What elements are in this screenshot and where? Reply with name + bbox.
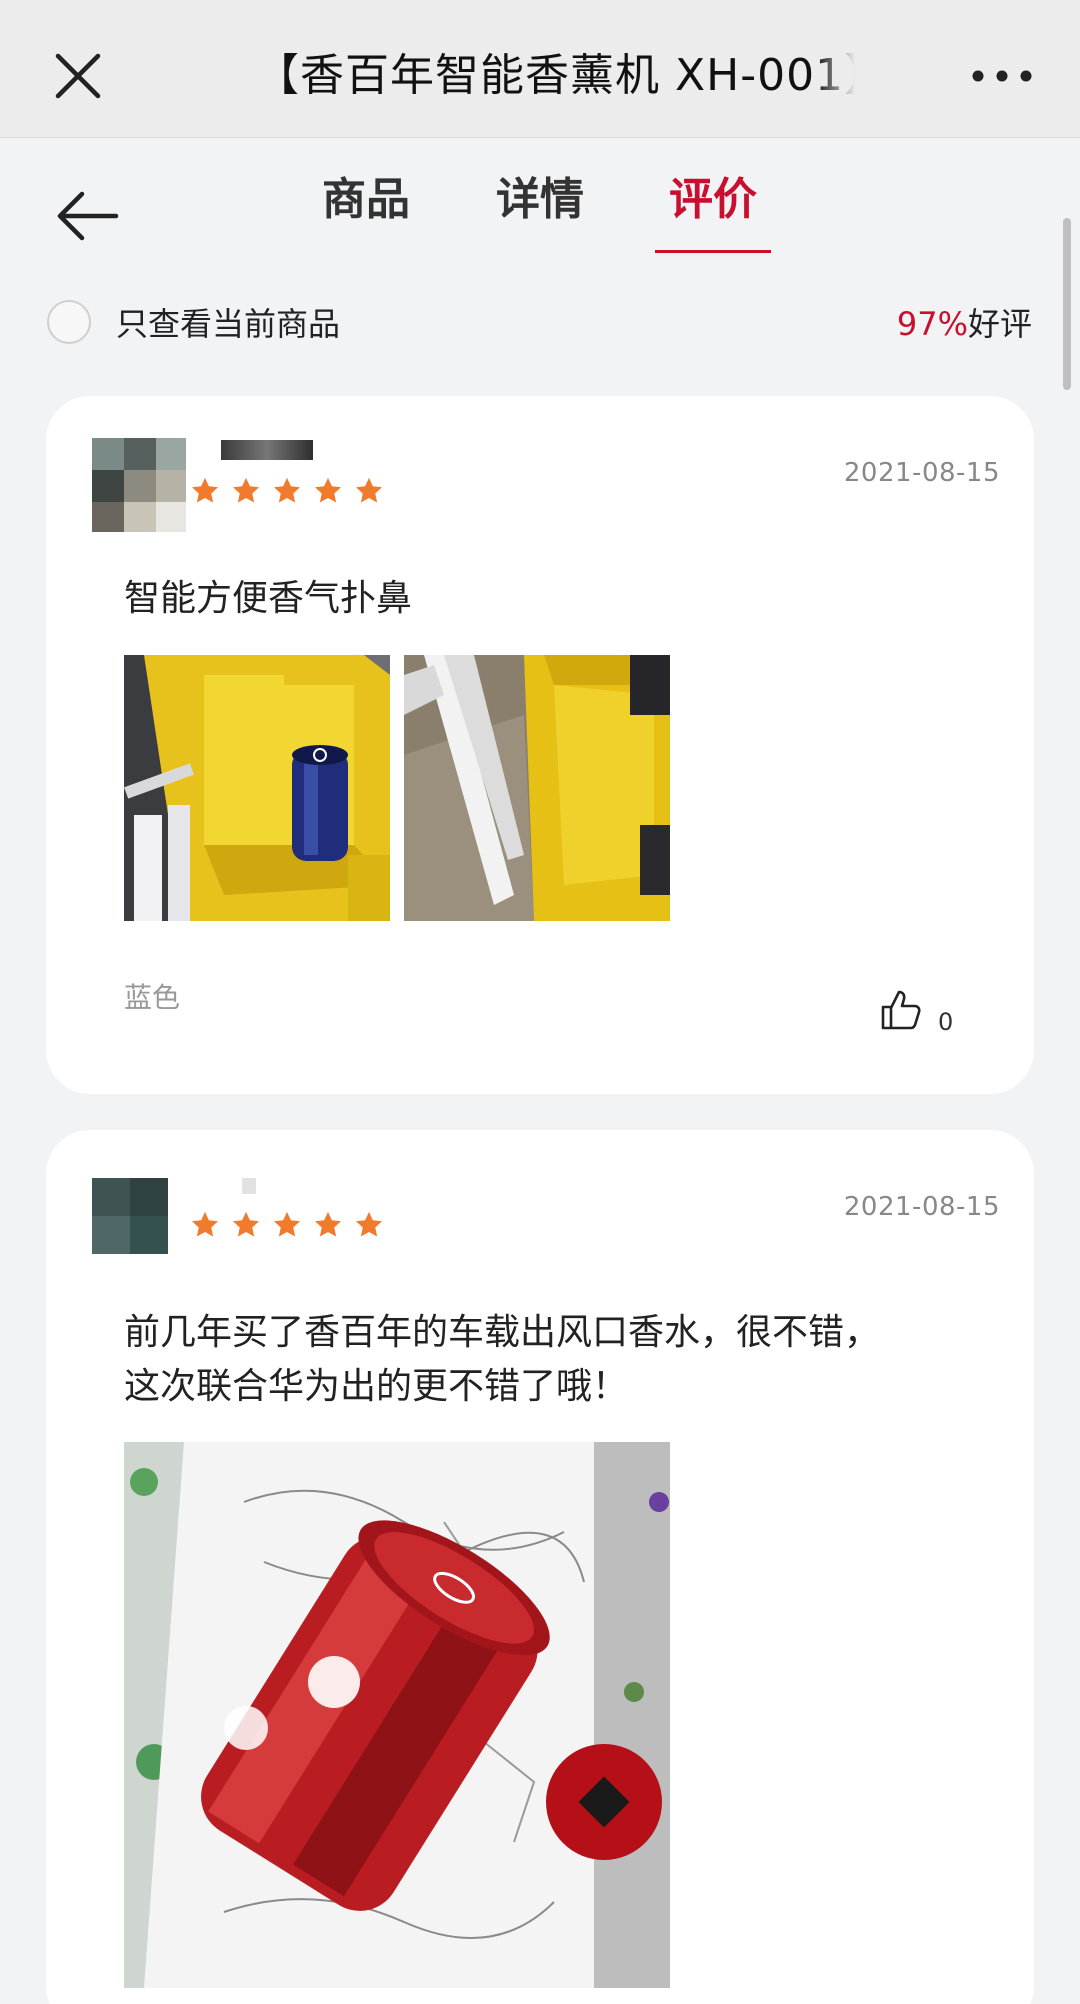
thumbs-up-icon[interactable] — [880, 988, 924, 1032]
review-date: 2021-08-15 — [843, 458, 1000, 488]
review-photo[interactable] — [404, 655, 670, 921]
review-text-line-1: 前几年买了香百年的车载出风口香水，很不错， — [124, 1312, 881, 1353]
star-icon — [192, 477, 218, 503]
positive-rating: 97%好评 — [897, 296, 1032, 352]
like-count: 0 — [938, 1008, 954, 1036]
review-text-line-2: 这次联合华为出的更不错了哦！ — [124, 1366, 629, 1407]
star-rating — [190, 1210, 384, 1240]
avatar — [92, 1178, 168, 1254]
star-icon — [315, 1211, 341, 1237]
product-variant: 蓝色 — [124, 981, 181, 1014]
star-icon — [274, 477, 300, 503]
review-photo[interactable] — [124, 655, 390, 921]
filter-row: 只查看当前商品 97%好评 — [0, 296, 1080, 352]
star-icon — [233, 477, 259, 503]
rating-percent: 97% — [896, 305, 968, 343]
more-icon[interactable] — [970, 56, 1034, 96]
star-icon — [192, 1211, 218, 1237]
review-date: 2021-08-15 — [843, 1192, 1000, 1222]
active-tab-indicator — [655, 250, 771, 253]
filter-label[interactable]: 只查看当前商品 — [116, 296, 340, 352]
tab-reviews[interactable]: 评价 — [669, 170, 757, 230]
tab-bar: 商品 详情 评价 — [0, 160, 1080, 260]
review-text: 智能方便香气扑鼻 — [124, 578, 413, 619]
review-card: 2021-08-15 智能方便香气扑鼻 蓝色 0 — [46, 396, 1034, 1094]
page-title: 【香百年智能香薰机 XH-001】 — [255, 44, 855, 108]
star-icon — [356, 477, 382, 503]
star-icon — [274, 1211, 300, 1237]
title-bar: 【香百年智能香薰机 XH-001】 — [0, 0, 1080, 138]
username-blurred — [242, 1178, 256, 1194]
star-icon — [356, 1211, 382, 1237]
review-card: 2021-08-15 前几年买了香百年的车载出风口香水，很不错， 这次联合华为出… — [46, 1130, 1034, 2004]
tab-details[interactable]: 详情 — [496, 170, 584, 230]
close-icon[interactable] — [50, 48, 106, 104]
review-photo[interactable] — [124, 1442, 670, 1988]
star-rating — [190, 476, 384, 506]
rating-label: 好评 — [967, 305, 1032, 343]
current-product-radio[interactable] — [47, 300, 91, 344]
avatar — [92, 438, 186, 532]
star-icon — [233, 1211, 259, 1237]
star-icon — [315, 477, 341, 503]
username-blurred — [221, 440, 313, 460]
tab-product[interactable]: 商品 — [322, 170, 410, 230]
